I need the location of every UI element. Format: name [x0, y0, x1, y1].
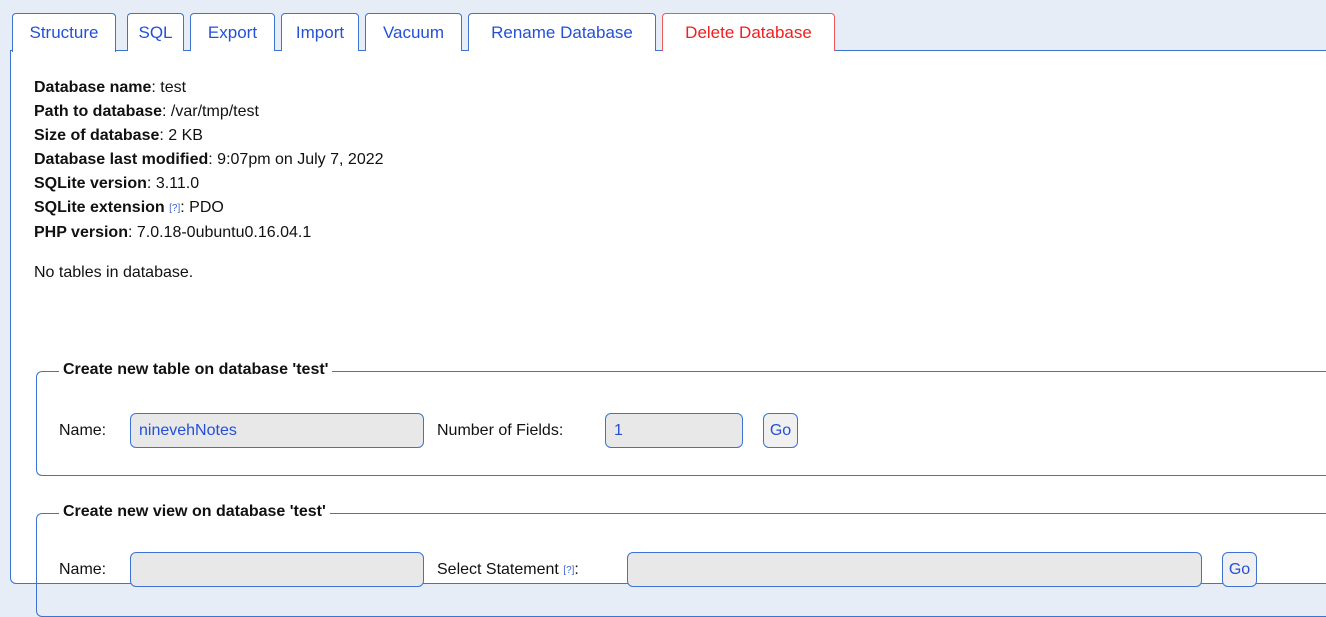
info-value: 9:07pm on July 7, 2022: [217, 151, 384, 168]
info-value: test: [160, 79, 187, 96]
tab-structure[interactable]: Structure: [12, 13, 116, 52]
info-row-path: Path to database: /var/tmp/test: [34, 103, 259, 120]
tab-sql[interactable]: SQL: [127, 13, 184, 51]
help-link[interactable]: [?]: [563, 565, 574, 576]
info-label: Database name: [34, 79, 152, 96]
create-view-fieldset: Create new view on database 'test' Name:…: [36, 500, 1326, 617]
info-label: Path to database: [34, 103, 163, 120]
info-label: SQLite extension: [34, 199, 165, 216]
view-name-input[interactable]: [130, 552, 424, 587]
tab-rename-database[interactable]: Rename Database: [468, 13, 656, 51]
help-link[interactable]: [?]: [169, 203, 180, 214]
view-name-label: Name:: [59, 561, 107, 578]
number-of-fields-label: Number of Fields:: [437, 422, 564, 439]
info-value: /var/tmp/test: [170, 103, 259, 120]
info-row-sqlite-version: SQLite version: 3.11.0: [34, 175, 200, 192]
info-row-sqlite-extension: SQLite extension [?]: PDO: [34, 199, 224, 216]
create-table-fieldset: Create new table on database 'test' Name…: [36, 358, 1326, 476]
table-name-label: Name:: [59, 422, 107, 439]
select-statement-text: Select Statement: [437, 561, 559, 578]
create-table-go-button[interactable]: Go: [763, 413, 798, 448]
select-statement-label: Select Statement [?]:: [437, 561, 579, 578]
info-value: 3.11.0: [155, 175, 200, 192]
info-row-php-version: PHP version: 7.0.18-0ubuntu0.16.04.1: [34, 224, 312, 241]
create-view-go-button[interactable]: Go: [1222, 552, 1257, 587]
info-value: 2 KB: [168, 127, 203, 144]
tab-vacuum[interactable]: Vacuum: [365, 13, 462, 51]
tab-import[interactable]: Import: [281, 13, 359, 51]
info-label: Database last modified: [34, 151, 209, 168]
create-table-legend: Create new table on database 'test': [59, 358, 333, 382]
table-name-input[interactable]: ninevehNotes: [130, 413, 424, 448]
info-value: PDO: [189, 199, 224, 216]
info-row-size: Size of database: 2 KB: [34, 127, 203, 144]
info-label: Size of database: [34, 127, 160, 144]
info-value: 7.0.18-0ubuntu0.16.04.1: [136, 224, 312, 241]
info-row-modified: Database last modified: 9:07pm on July 7…: [34, 151, 384, 168]
select-statement-input[interactable]: [627, 552, 1202, 587]
number-of-fields-input[interactable]: 1: [605, 413, 743, 448]
info-label: SQLite version: [34, 175, 147, 192]
create-view-legend: Create new view on database 'test': [59, 500, 330, 524]
tab-bar: Structure SQL Export Import Vacuum Renam…: [12, 13, 841, 52]
tab-delete-database[interactable]: Delete Database: [662, 13, 835, 51]
info-label: PHP version: [34, 224, 128, 241]
info-row-name: Database name: test: [34, 79, 187, 96]
database-info: Database name: test Path to database: /v…: [34, 76, 384, 245]
no-tables-message: No tables in database.: [34, 264, 194, 281]
structure-panel: Database name: test Path to database: /v…: [10, 50, 1326, 617]
tab-export[interactable]: Export: [190, 13, 275, 51]
